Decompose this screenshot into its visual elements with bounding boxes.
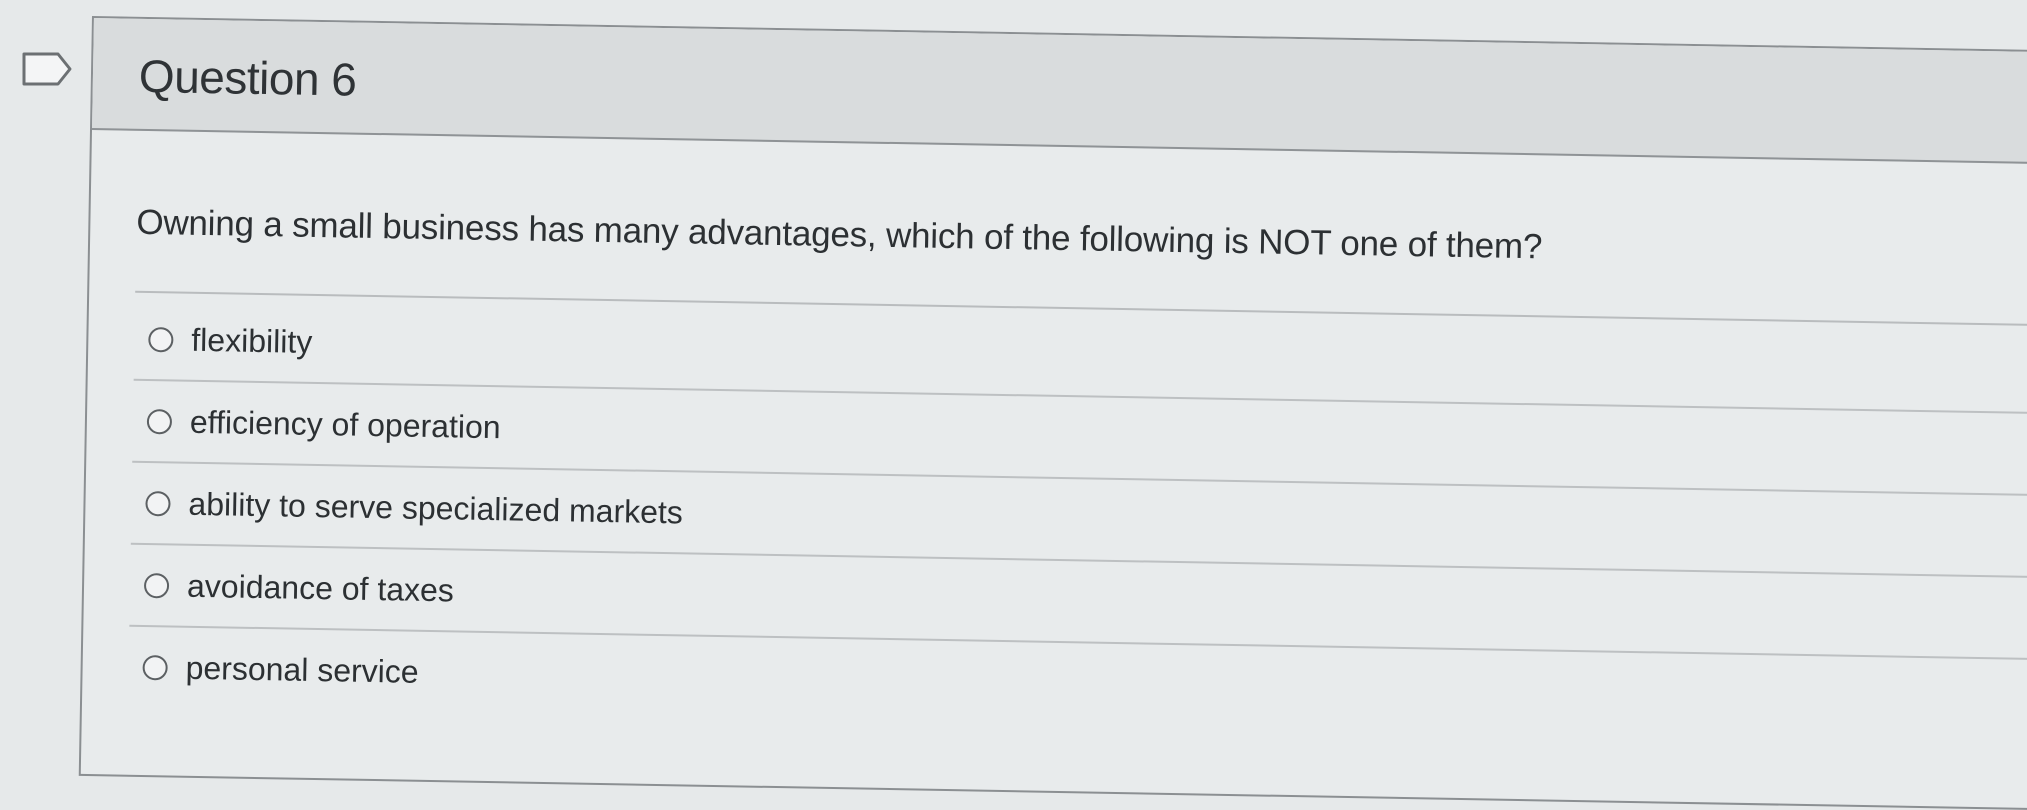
answer-option-label: flexibility <box>191 321 313 360</box>
answer-option-label: efficiency of operation <box>189 403 501 445</box>
question-header: Question 6 <box>92 18 2027 165</box>
question-card: Question 6 Owning a small business has m… <box>78 16 2027 810</box>
answer-options: flexibility efficiency of operation abil… <box>128 298 2027 740</box>
radio-button[interactable] <box>148 326 174 352</box>
question-title: Question 6 <box>138 49 357 106</box>
answer-option-label: ability to serve specialized markets <box>188 485 684 530</box>
question-text: Owning a small business has many advanta… <box>136 202 1543 267</box>
question-body: Owning a small business has many advanta… <box>82 202 2027 740</box>
flag-question-icon[interactable] <box>22 52 72 86</box>
radio-button[interactable] <box>143 572 170 598</box>
radio-button[interactable] <box>142 654 168 680</box>
radio-button[interactable] <box>145 490 171 516</box>
answer-option-label: personal service <box>185 649 419 690</box>
answer-option-label: avoidance of taxes <box>186 567 455 608</box>
radio-button[interactable] <box>146 408 173 434</box>
